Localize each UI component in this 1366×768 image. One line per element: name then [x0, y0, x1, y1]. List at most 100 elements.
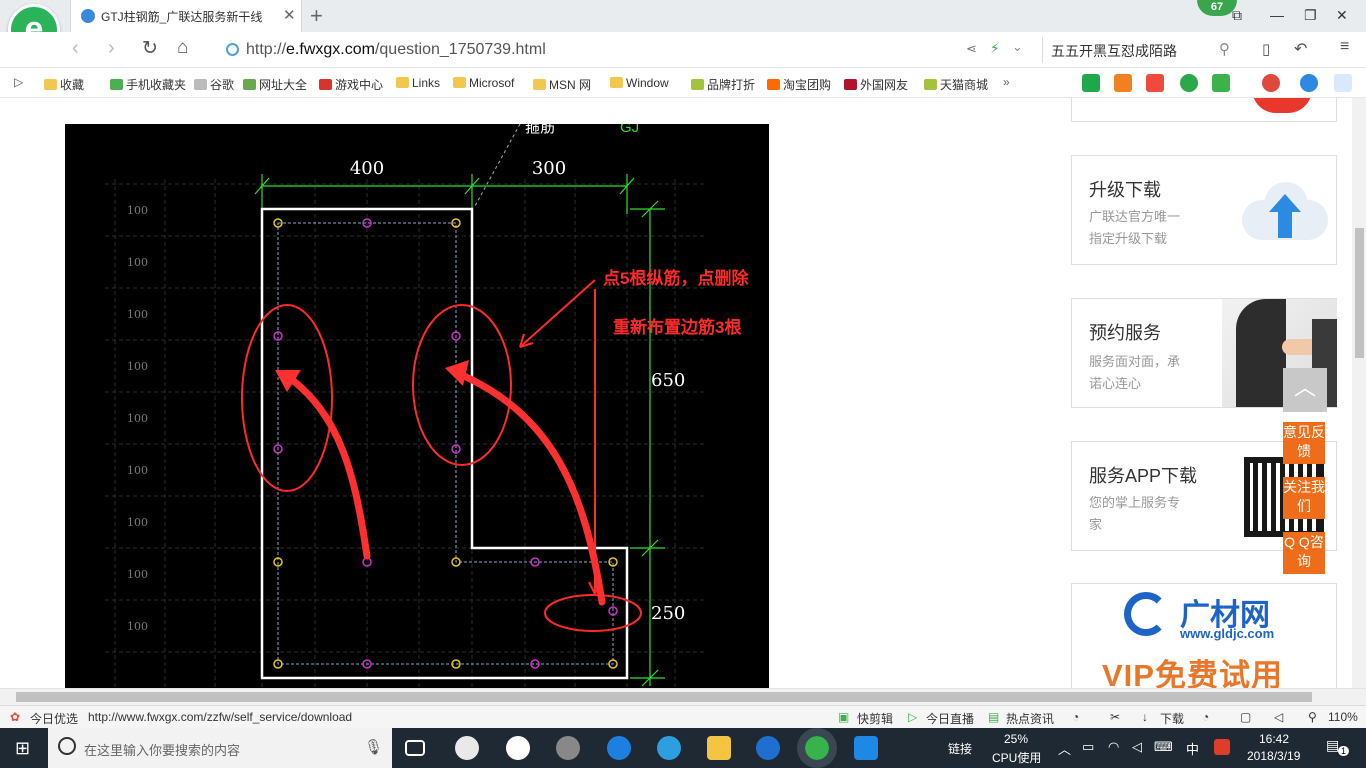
search-icon[interactable]: ⚲	[1219, 40, 1230, 58]
speed-app-icon[interactable]	[556, 736, 580, 760]
sidebar-toggle-icon[interactable]: ▷	[14, 75, 23, 89]
remote-app-icon[interactable]	[854, 736, 878, 760]
menu-icon[interactable]: ≡	[1340, 38, 1349, 56]
minimize-icon[interactable]: —	[1270, 7, 1284, 23]
pinwheel-app-icon[interactable]	[455, 736, 479, 760]
notification-badge[interactable]: 67	[1197, 0, 1237, 16]
bookmark-item[interactable]: 品牌打折	[691, 76, 755, 93]
live-item[interactable]: 今日直播	[926, 710, 974, 727]
ad-slogan: VIP免费试用	[1102, 658, 1283, 688]
links-toolbar[interactable]: 链接	[948, 740, 972, 757]
plugin-icon[interactable]	[1212, 74, 1230, 92]
forward-icon[interactable]: ›	[108, 37, 115, 60]
dim-250: 250	[651, 603, 685, 624]
reader-icon[interactable]	[1082, 74, 1100, 92]
volume-icon[interactable]: ◁	[1132, 739, 1142, 755]
annotation-rearrange: 重新布置边筋3根	[613, 317, 741, 337]
card-title: 升级下载	[1089, 180, 1161, 200]
refresh-icon[interactable]: ↻	[142, 37, 158, 60]
new-tab-icon[interactable]: +	[310, 3, 323, 29]
home-icon[interactable]: ⌂	[177, 37, 188, 59]
browser-tab[interactable]: GTJ柱钢筋_广联达服务新干线 ✕	[70, 0, 302, 32]
speed-icon[interactable]: ◔	[1072, 710, 1079, 724]
status-link: http://www.fwxgx.com/zzfw/self_service/d…	[88, 710, 353, 724]
bookmark-item[interactable]: 收藏	[44, 76, 84, 93]
url-field[interactable]: http://e.fwxgx.com/question_1750739.html	[220, 37, 1040, 63]
close-window-icon[interactable]: ✕	[1336, 7, 1348, 24]
undo-icon[interactable]: ↶	[1294, 39, 1307, 59]
bookmark-item[interactable]: 谷歌	[194, 76, 234, 93]
cad-drawing: 100100100100100100100100100 400 300 650 …	[105, 119, 749, 688]
mute-icon[interactable]: ◁	[1274, 710, 1283, 724]
qq-consult-button[interactable]: Q Q咨询	[1283, 532, 1325, 574]
window-icon[interactable]	[1334, 74, 1352, 92]
tab-close-icon[interactable]: ✕	[283, 6, 296, 24]
horizontal-scrollbar[interactable]	[0, 688, 1366, 705]
taskbar-search[interactable]: 在这里输入你要搜索的内容 🎙	[48, 728, 392, 768]
more-bookmarks-icon[interactable]: »	[1003, 75, 1010, 89]
bookmark-item[interactable]: Window	[610, 76, 669, 90]
bookmark-item[interactable]: Microsof	[453, 76, 514, 90]
bookmark-item[interactable]: 淘宝团购	[767, 76, 831, 93]
edge-icon[interactable]	[607, 736, 631, 760]
bookmark-item[interactable]: Links	[396, 76, 440, 90]
row-label: 100	[127, 464, 148, 477]
gldjc-ad[interactable]: 广材网 www.gldjc.com VIP免费试用	[1071, 583, 1337, 688]
browser-app-icon[interactable]	[506, 736, 530, 760]
mobile-icon[interactable]: ▯	[1262, 40, 1270, 58]
share-icon[interactable]: ⋖	[966, 41, 977, 57]
feedback-button[interactable]: 意见反馈	[1283, 422, 1325, 464]
back-to-top-icon[interactable]: ︿	[1283, 368, 1327, 412]
bookmark-item[interactable]: MSN 网	[533, 76, 591, 93]
clock-date[interactable]: 2018/3/19	[1247, 749, 1300, 763]
horizontal-scroll-thumb[interactable]	[16, 692, 1312, 702]
url-dropdown-icon[interactable]: ⌄	[1012, 39, 1023, 55]
tray-expand-icon[interactable]: ︿	[1058, 739, 1071, 758]
battery-icon[interactable]: ▭	[1082, 739, 1094, 755]
cpu-label: CPU使用	[992, 751, 1042, 765]
shield-icon[interactable]	[1180, 74, 1198, 92]
clean-icon[interactable]: ◔	[1202, 710, 1209, 724]
ime-indicator[interactable]: 中	[1186, 739, 1199, 758]
today-picks[interactable]: 今日优选	[30, 710, 78, 727]
vertical-scroll-thumb[interactable]	[1355, 228, 1364, 358]
bookmark-item[interactable]: 手机收藏夹	[110, 76, 186, 93]
discount-icon[interactable]	[1146, 74, 1164, 92]
glodon-icon[interactable]	[756, 736, 780, 760]
zoom-level[interactable]: 110%	[1328, 710, 1358, 724]
vertical-scrollbar[interactable]	[1352, 98, 1366, 688]
bookmark-item[interactable]: 天猫商城	[924, 76, 988, 93]
news-item[interactable]: 热点资讯	[1006, 710, 1054, 727]
wifi-icon[interactable]: ◠	[1108, 739, 1119, 755]
back-icon[interactable]: ‹	[72, 37, 79, 60]
clock-time[interactable]: 16:42	[1259, 732, 1289, 746]
window-restore-icon[interactable]: ▢	[1240, 710, 1251, 724]
ie-icon[interactable]	[657, 736, 681, 760]
keyboard-icon[interactable]: ⌨	[1154, 739, 1173, 755]
lightning-icon[interactable]: ⚡	[990, 40, 1000, 57]
scissors-icon[interactable]	[1262, 74, 1280, 92]
skin-icon[interactable]: ⧉	[1232, 7, 1242, 24]
partial-card[interactable]	[1071, 98, 1337, 122]
maximize-icon[interactable]: ❐	[1304, 7, 1317, 24]
tools-icon[interactable]: ✂	[1110, 710, 1120, 724]
page-viewport: 100 100 100 100 100 100 100 100 100 400 300	[0, 98, 1352, 688]
bookmark-item[interactable]: 游戏中心	[319, 76, 383, 93]
upgrade-download-card[interactable]: 升级下载 广联达官方唯一 指定升级下载	[1071, 155, 1337, 265]
microphone-icon[interactable]: 🎙	[364, 738, 383, 756]
sogou-icon[interactable]	[1214, 739, 1230, 755]
quick-cut-item[interactable]: 快剪辑	[857, 710, 893, 727]
follow-us-button[interactable]: 关注我们	[1283, 477, 1325, 519]
bookmark-item[interactable]: 外国网友	[844, 76, 908, 93]
search-box[interactable]: 五五开黑互怼成陌路 ⚲	[1042, 37, 1242, 63]
download-item[interactable]: 下载	[1160, 710, 1184, 727]
windows-start-icon[interactable]: ⊞	[15, 738, 30, 759]
search-text: 五五开黑互怼成陌路	[1051, 43, 1177, 59]
hot-icon: ✿	[10, 710, 21, 724]
file-explorer-icon[interactable]	[707, 736, 731, 760]
find-icon[interactable]	[1300, 74, 1318, 92]
bookmark-item[interactable]: 网址大全	[243, 76, 307, 93]
active-browser-icon[interactable]	[797, 728, 837, 768]
task-view-icon[interactable]	[405, 740, 425, 756]
video-icon[interactable]	[1114, 74, 1132, 92]
